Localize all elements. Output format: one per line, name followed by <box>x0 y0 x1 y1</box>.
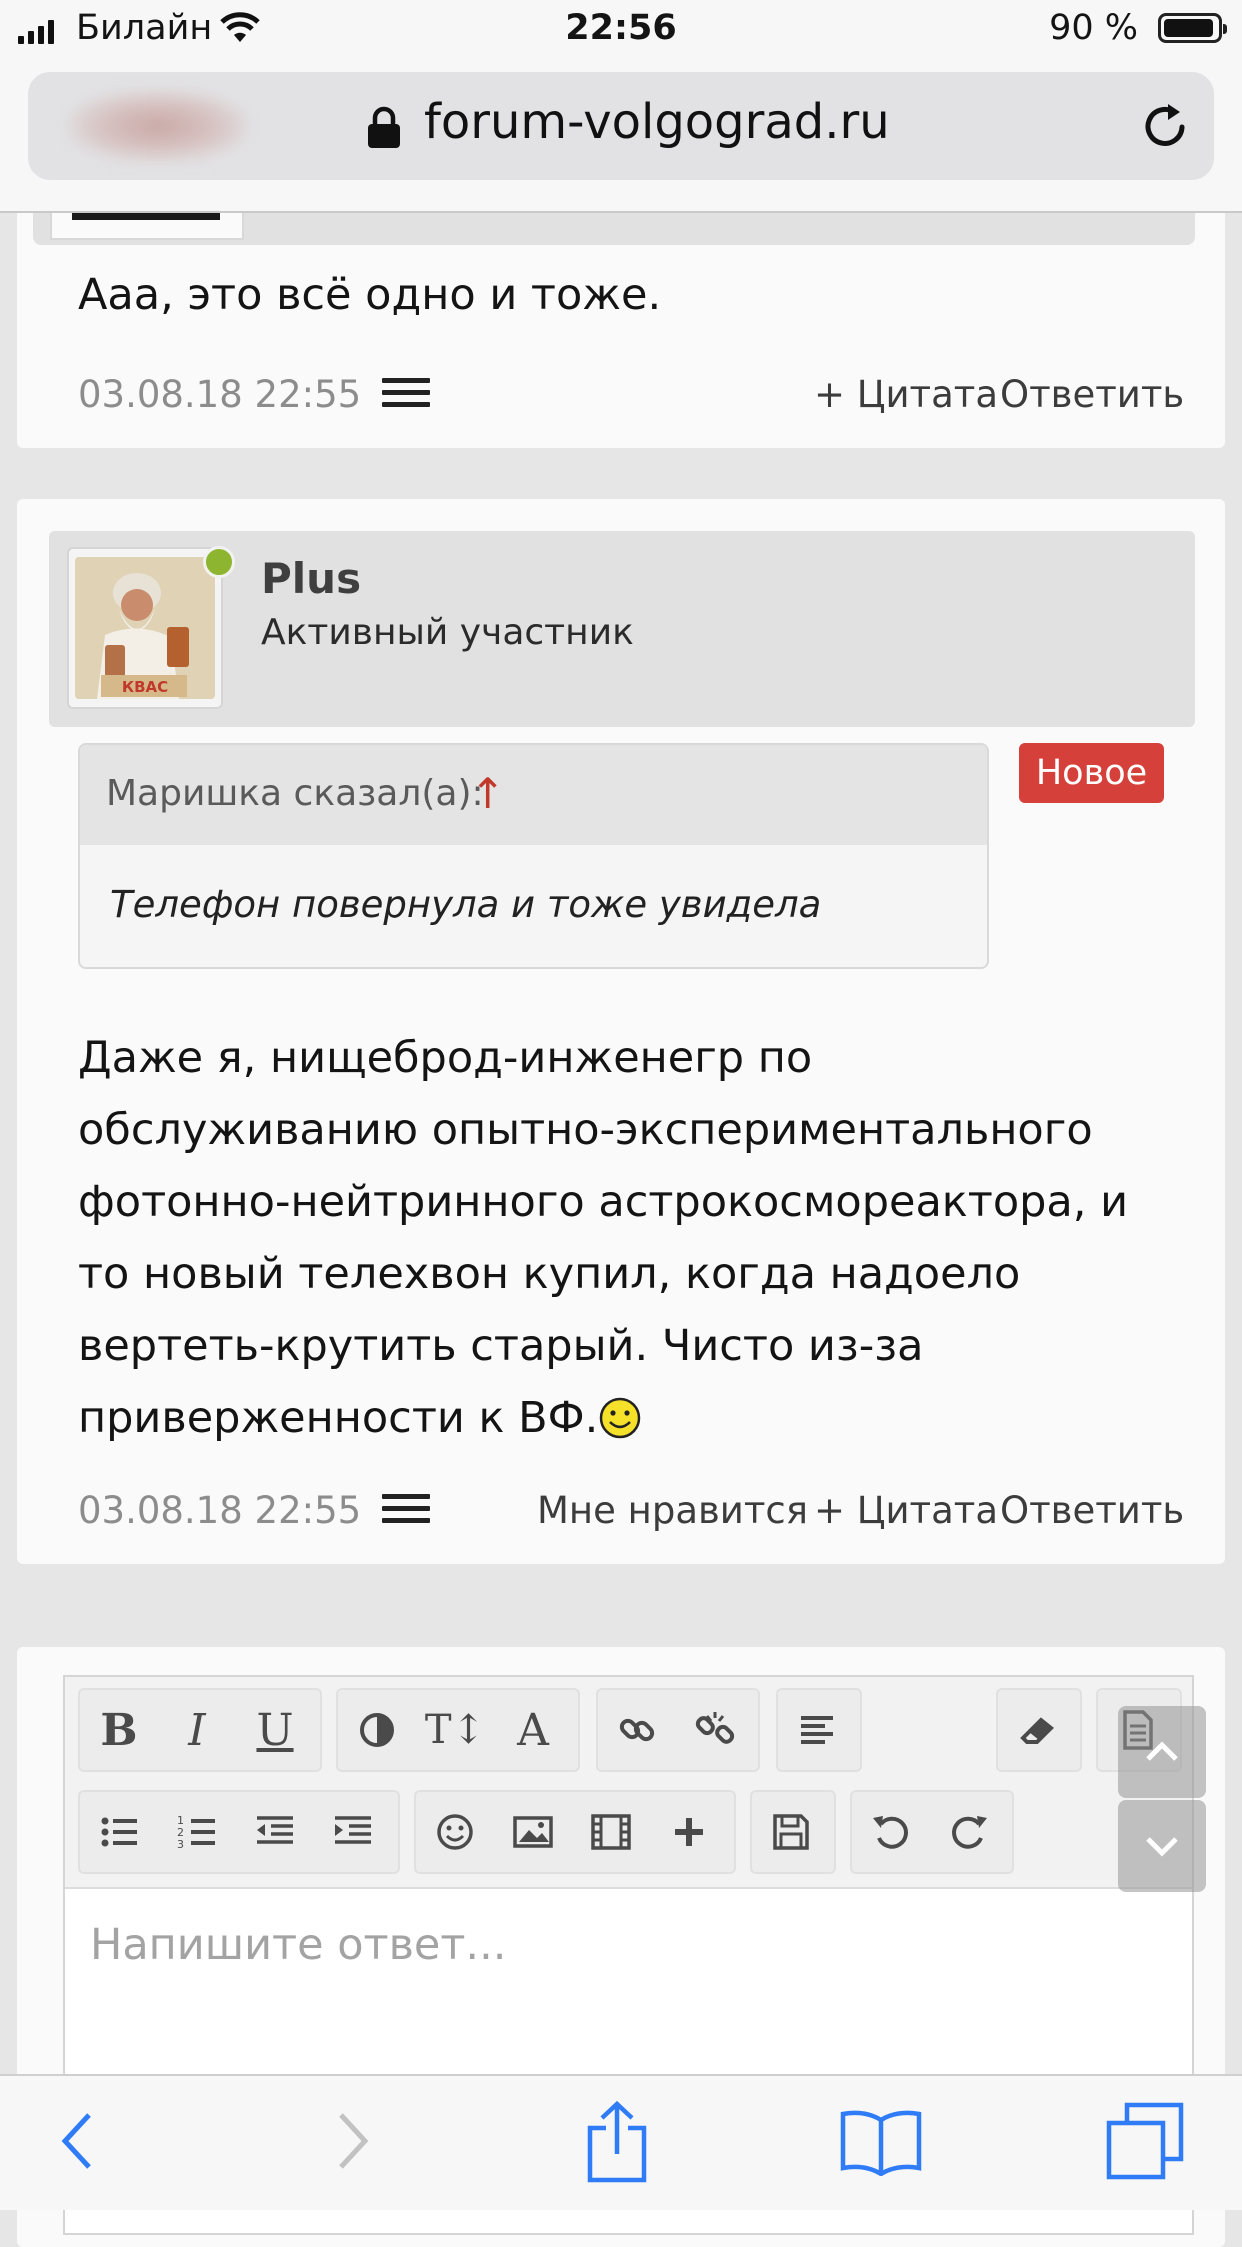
toolbar-group-draft <box>750 1790 836 1874</box>
quote-button[interactable]: + Цитата <box>814 1489 998 1532</box>
post-date[interactable]: 03.08.18 22:55 <box>78 1489 361 1532</box>
like-button[interactable]: Мне нравится <box>537 1489 808 1532</box>
back-button[interactable] <box>32 2096 122 2186</box>
share-icon <box>587 2100 647 2183</box>
bookmarks-button[interactable] <box>836 2096 926 2186</box>
username[interactable]: Plus <box>261 554 361 603</box>
insert-icon[interactable] <box>650 1793 728 1871</box>
quote-header: Маришка сказал(а): ↑ <box>80 745 987 845</box>
underline-icon[interactable]: U <box>236 1691 314 1769</box>
font-family-icon[interactable]: A <box>494 1691 572 1769</box>
tabs-button[interactable] <box>1100 2096 1190 2186</box>
reply-button[interactable]: Ответить <box>1000 373 1184 416</box>
media-icon[interactable] <box>572 1793 650 1871</box>
smilie-icon[interactable] <box>416 1793 494 1871</box>
share-button[interactable] <box>572 2096 662 2186</box>
post-menu-icon[interactable] <box>382 1494 430 1528</box>
chevron-up-icon <box>1146 1741 1178 1761</box>
toolbar-group-text-style: B I U <box>78 1688 322 1772</box>
message-line: обслуживанию опытно-экспериментального <box>78 1105 1093 1155</box>
toolbar-group-format <box>996 1688 1082 1772</box>
bold-icon[interactable]: B <box>80 1691 158 1769</box>
unlink-icon[interactable] <box>676 1691 754 1769</box>
reload-icon[interactable] <box>1138 100 1192 154</box>
chevron-right-icon <box>339 2113 369 2169</box>
message-line: то новый телехвон купил, когда надоело <box>78 1249 1021 1299</box>
bookmarks-icon <box>840 2110 922 2176</box>
svg-text:КВАС: КВАС <box>122 678 168 696</box>
remove-format-icon[interactable] <box>998 1691 1076 1769</box>
blurred-region <box>68 90 248 162</box>
lock-icon <box>368 106 400 148</box>
message-line: приверженности к ВФ. <box>78 1393 599 1443</box>
toolbar-group-lists: 123 <box>78 1790 400 1874</box>
forward-button[interactable] <box>308 2096 398 2186</box>
bullet-list-icon[interactable] <box>80 1793 158 1871</box>
redo-icon[interactable] <box>930 1793 1008 1871</box>
new-badge: Новое <box>1019 743 1164 803</box>
indent-icon[interactable] <box>314 1793 392 1871</box>
italic-icon[interactable]: I <box>158 1691 236 1769</box>
post-menu-icon[interactable] <box>382 378 430 412</box>
undo-icon[interactable] <box>852 1793 930 1871</box>
address-bar[interactable]: forum-volgograd.ru <box>28 72 1214 180</box>
link-icon[interactable] <box>598 1691 676 1769</box>
message-line-last: приверженности к ВФ. <box>78 1382 1188 1454</box>
chevron-left-icon <box>61 2113 91 2169</box>
reply-input[interactable]: Напишите ответ... <box>90 1920 506 1970</box>
message-line: фотонно-нейтринного астрокосмореактора, … <box>78 1177 1129 1227</box>
tabs-icon <box>1106 2102 1184 2180</box>
quote-jump-arrow-icon[interactable]: ↑ <box>470 769 505 818</box>
online-status-indicator <box>203 546 235 578</box>
avatar[interactable]: КВАС <box>75 557 215 699</box>
battery-icon <box>1158 13 1227 43</box>
post-date[interactable]: 03.08.18 22:55 <box>78 373 361 416</box>
browser-bottom-bar <box>0 2074 1242 2210</box>
quote-text: Телефон повернула и тоже увидела <box>110 883 822 926</box>
toolbar-group-history <box>850 1790 1014 1874</box>
quote-block: Маришка сказал(а): ↑ Телефон повернула и… <box>78 743 989 969</box>
toolbar-group-links <box>596 1688 760 1772</box>
toolbar-group-insert <box>414 1790 736 1874</box>
battery-percent: 90 % <box>1049 8 1138 48</box>
post-message: Даже я, нищеброд-инженегр по обслуживани… <box>78 1022 1188 1454</box>
numbered-list-icon[interactable]: 123 <box>158 1793 236 1871</box>
message-line: Даже я, нищеброд-инженегр по <box>78 1033 813 1083</box>
chevron-down-icon <box>1146 1837 1178 1857</box>
color-icon[interactable] <box>338 1691 416 1769</box>
outdent-icon[interactable] <box>236 1793 314 1871</box>
reply-button[interactable]: Ответить <box>1000 1489 1184 1532</box>
align-icon[interactable] <box>778 1691 856 1769</box>
user-title: Активный участник <box>261 612 634 653</box>
smiley-icon <box>600 1397 641 1439</box>
image-icon[interactable] <box>494 1793 572 1871</box>
font-size-icon[interactable]: T↕ <box>416 1691 494 1769</box>
toolbar-group-font: T↕ A <box>336 1688 580 1772</box>
svg-text:3: 3 <box>177 1838 184 1851</box>
quote-button[interactable]: + Цитата <box>814 373 998 416</box>
url-text: forum-volgograd.ru <box>424 94 890 150</box>
post-message: Ааа, это всё одно и тоже. <box>78 270 662 320</box>
quote-author: Маришка сказал(а): <box>106 773 484 814</box>
message-line: вертеть-крутить старый. Чисто из-за <box>78 1321 924 1371</box>
save-draft-icon[interactable] <box>752 1793 830 1871</box>
scroll-up-button[interactable] <box>1118 1706 1206 1798</box>
browser-top-bar: Билайн 22:56 90 % forum-volgograd.ru <box>0 0 1242 213</box>
scroll-down-button[interactable] <box>1118 1800 1206 1892</box>
toolbar-group-align <box>776 1688 862 1772</box>
